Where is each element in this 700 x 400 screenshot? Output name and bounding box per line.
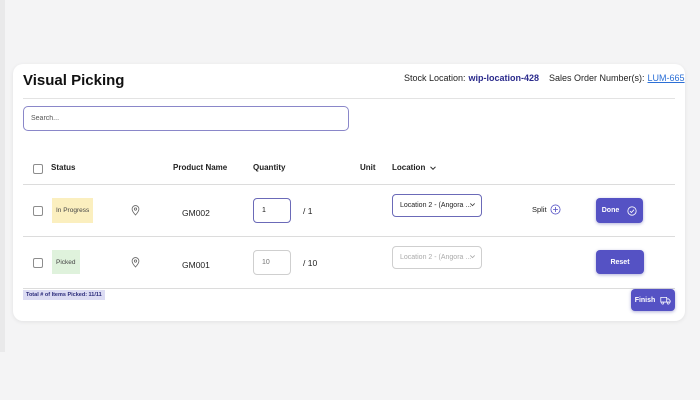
- status-badge: In Progress: [52, 198, 94, 223]
- column-status: Status: [51, 163, 76, 172]
- column-location-label: Location: [392, 163, 426, 172]
- sales-order-label: Sales Order Number(s):: [549, 73, 645, 83]
- split-button[interactable]: Split: [532, 204, 561, 215]
- row-divider: [23, 236, 675, 237]
- search-input[interactable]: [23, 106, 349, 131]
- page-title: Visual Picking: [23, 72, 125, 89]
- quantity-input[interactable]: [253, 198, 291, 223]
- select-all-checkbox[interactable]: [33, 164, 43, 174]
- stock-location-label: Stock Location:: [404, 73, 466, 83]
- reset-label: Reset: [610, 258, 630, 266]
- header-row-divider: [23, 184, 675, 185]
- location-select[interactable]: Location 2 - (Angora ...: [392, 194, 482, 217]
- total-picked-badge: Total # of Items Picked: 11/11: [23, 290, 105, 300]
- done-label: Done: [601, 207, 620, 214]
- sales-order: Sales Order Number(s): LUM-665: [549, 73, 685, 83]
- column-location[interactable]: Location: [392, 163, 437, 172]
- status-badge: Picked: [52, 250, 80, 274]
- side-strip: [0, 0, 5, 352]
- stock-location: Stock Location: wip-location-428: [404, 73, 539, 83]
- location-value: Location 2 - (Angora ...: [400, 202, 472, 209]
- location-value: Location 2 - (Angora ...: [400, 254, 472, 261]
- stock-location-value: wip-location-428: [468, 73, 540, 83]
- location-pin-icon[interactable]: [131, 205, 140, 216]
- sales-order-link[interactable]: LUM-665: [648, 73, 685, 83]
- check-circle-icon: [627, 205, 637, 216]
- quantity-input[interactable]: [253, 250, 291, 275]
- plus-circle-icon: [550, 204, 561, 215]
- done-button[interactable]: Done: [596, 198, 643, 223]
- quantity-total: / 1: [303, 206, 313, 216]
- chevron-down-icon: [430, 165, 437, 170]
- split-label: Split: [532, 205, 547, 214]
- product-name: GM001: [182, 260, 210, 270]
- column-quantity: Quantity: [253, 163, 286, 172]
- column-product-name: Product Name: [173, 163, 228, 172]
- chevron-down-icon: [470, 203, 475, 207]
- row-checkbox[interactable]: [33, 206, 43, 216]
- finish-label: Finish: [634, 296, 656, 304]
- reset-button[interactable]: Reset: [596, 250, 644, 274]
- truck-icon: [660, 296, 671, 304]
- location-select[interactable]: Location 2 - (Angora ...: [392, 246, 482, 269]
- finish-button[interactable]: Finish: [631, 289, 675, 311]
- column-unit: Unit: [360, 163, 376, 172]
- chevron-down-icon: [470, 255, 475, 259]
- header-divider: [23, 98, 675, 99]
- product-name: GM002: [182, 208, 210, 218]
- quantity-total: / 10: [303, 258, 318, 268]
- row-divider: [23, 288, 675, 289]
- row-checkbox[interactable]: [33, 258, 43, 268]
- picking-card: Visual Picking Stock Location: wip-locati…: [13, 64, 685, 321]
- location-pin-icon[interactable]: [131, 257, 140, 268]
